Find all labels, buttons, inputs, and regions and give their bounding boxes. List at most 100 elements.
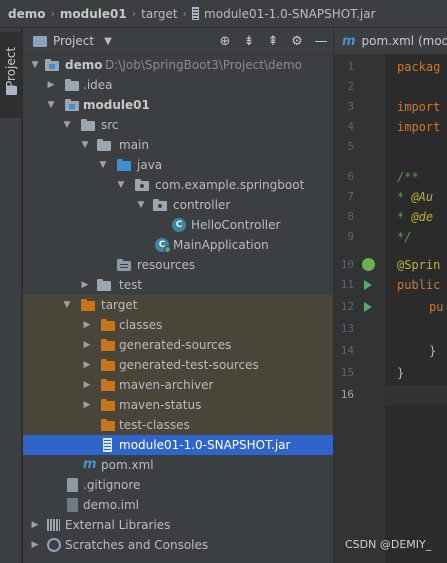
code-line: pu bbox=[429, 300, 444, 314]
left-tool-strip: Project bbox=[0, 28, 22, 563]
tree-item-label: resources bbox=[137, 258, 196, 272]
tree-item-hello-controller[interactable]: C HelloController bbox=[23, 215, 333, 235]
breadcrumb: demo › module01 › target › module01-1.0-… bbox=[0, 0, 447, 28]
tree-item-label: maven-status bbox=[119, 398, 202, 412]
expand-all-icon[interactable]: ⇟ bbox=[237, 34, 261, 49]
tree-item-controller[interactable]: ▼ controller bbox=[23, 195, 333, 215]
line-number: 2 bbox=[347, 80, 354, 93]
chevron-down-icon[interactable]: ▼ bbox=[45, 95, 57, 115]
editor-gutter: 1 2 3 4 5 6 7 8 9 10 11 12 13 14 15 16 bbox=[333, 55, 385, 563]
tree-item-classes[interactable]: ▶ classes bbox=[23, 315, 333, 335]
tree-item-demo[interactable]: ▼ demo D:\Job\SpringBoot3\Project\demo bbox=[23, 55, 333, 75]
tree-item-label: .idea bbox=[83, 78, 113, 92]
chevron-right-icon: › bbox=[131, 7, 137, 20]
editor-tab-pom[interactable]: pom.xml (mod bbox=[362, 34, 447, 48]
line-number: 3 bbox=[347, 100, 354, 113]
chevron-down-icon[interactable]: ▼ bbox=[29, 55, 41, 75]
line-number: 7 bbox=[347, 190, 354, 203]
java-class-icon: C bbox=[172, 218, 186, 232]
chevron-right-icon[interactable]: ▶ bbox=[81, 355, 93, 375]
code-line: * @de bbox=[397, 207, 433, 227]
chevron-right-icon[interactable]: ▶ bbox=[81, 375, 93, 395]
project-tool-tab[interactable]: Project bbox=[0, 32, 22, 118]
project-panel-title[interactable]: Project bbox=[53, 34, 94, 48]
tree-item-label: main bbox=[119, 138, 149, 152]
file-icon bbox=[67, 478, 78, 492]
chevron-right-icon[interactable]: ▶ bbox=[79, 275, 91, 295]
jar-icon bbox=[103, 438, 112, 452]
chevron-down-icon[interactable]: ▼ bbox=[61, 115, 73, 135]
run-icon[interactable] bbox=[362, 297, 374, 317]
breadcrumb-jar[interactable]: module01-1.0-SNAPSHOT.jar bbox=[204, 7, 375, 21]
chevron-down-icon[interactable]: ▼ bbox=[115, 175, 127, 195]
line-number: 8 bbox=[347, 210, 354, 223]
maven-icon: m bbox=[83, 457, 97, 472]
tree-item-src[interactable]: ▼ src bbox=[23, 115, 333, 135]
tree-item-label: module01-1.0-SNAPSHOT.jar bbox=[119, 438, 291, 452]
line-number: 12 bbox=[340, 300, 354, 313]
chevron-down-icon[interactable]: ▼ bbox=[79, 135, 91, 155]
line-number: 14 bbox=[340, 344, 354, 357]
spring-bean-icon[interactable] bbox=[362, 255, 375, 275]
chevron-right-icon[interactable]: ▶ bbox=[81, 335, 93, 355]
code-editor[interactable]: packag import import /** * @Au * @de */ … bbox=[385, 55, 447, 563]
ide-window: demo › module01 › target › module01-1.0-… bbox=[0, 0, 447, 563]
tree-item-package[interactable]: ▼ com.example.springboot bbox=[23, 175, 333, 195]
tree-item-main-application[interactable]: C MainApplication bbox=[23, 235, 333, 255]
tree-item-label: module01 bbox=[83, 98, 150, 112]
project-path: D:\Job\SpringBoot3\Project\demo bbox=[105, 58, 303, 72]
library-icon bbox=[47, 519, 60, 531]
tree-item-java[interactable]: ▼ java bbox=[23, 155, 333, 175]
tree-item-module01[interactable]: ▼ module01 bbox=[23, 95, 333, 115]
tree-item-pom[interactable]: m pom.xml bbox=[23, 455, 333, 475]
chevron-right-icon[interactable]: ▶ bbox=[29, 535, 41, 555]
chevron-down-icon[interactable]: ▼ bbox=[97, 155, 109, 175]
gear-icon[interactable]: ⚙ bbox=[285, 34, 309, 49]
tree-item-generated-sources[interactable]: ▶ generated-sources bbox=[23, 335, 333, 355]
chevron-down-icon[interactable]: ▼ bbox=[104, 36, 112, 47]
locate-icon[interactable]: ⊕ bbox=[213, 34, 237, 49]
breadcrumb-target[interactable]: target bbox=[141, 7, 178, 21]
breadcrumb-demo[interactable]: demo bbox=[8, 7, 45, 21]
line-number: 15 bbox=[340, 366, 354, 379]
chevron-down-icon[interactable]: ▼ bbox=[61, 295, 73, 315]
tree-item-test[interactable]: ▶ test bbox=[23, 275, 333, 295]
tree-item-label: demo.iml bbox=[83, 498, 139, 512]
tree-item-main[interactable]: ▼ main bbox=[23, 135, 333, 155]
chevron-down-icon[interactable]: ▼ bbox=[135, 195, 147, 215]
breadcrumb-module01[interactable]: module01 bbox=[60, 7, 127, 21]
project-panel-header: Project ▼ ⊕ ⇟ ⇞ ⚙ — bbox=[23, 28, 333, 55]
chevron-right-icon[interactable]: ▶ bbox=[45, 75, 57, 95]
project-tree: ▼ demo D:\Job\SpringBoot3\Project\demo ▶… bbox=[23, 55, 333, 563]
code-line: */ bbox=[397, 230, 412, 244]
java-class-icon: C bbox=[155, 238, 171, 253]
collapse-all-icon[interactable]: ⇞ bbox=[261, 34, 285, 49]
chevron-right-icon[interactable]: ▶ bbox=[29, 515, 41, 535]
tree-item-label: generated-sources bbox=[119, 338, 232, 352]
tree-item-label: test bbox=[119, 278, 143, 292]
tree-item-label: MainApplication bbox=[173, 238, 269, 252]
comment-star: * bbox=[397, 210, 412, 224]
tree-item-label: controller bbox=[173, 198, 231, 212]
tree-item-idea[interactable]: ▶ .idea bbox=[23, 75, 333, 95]
tree-item-test-classes[interactable]: test-classes bbox=[23, 415, 333, 435]
tree-item-resources[interactable]: resources bbox=[23, 255, 333, 275]
caret-line bbox=[385, 385, 447, 405]
code-line: import bbox=[397, 120, 441, 134]
run-icon[interactable] bbox=[362, 275, 374, 295]
tree-item-label: target bbox=[101, 298, 138, 312]
tree-item-demo-iml[interactable]: demo.iml bbox=[23, 495, 333, 515]
tree-item-target[interactable]: ▼ target bbox=[23, 295, 333, 315]
tree-item-external-libraries[interactable]: ▶ External Libraries bbox=[23, 515, 333, 535]
tree-item-maven-status[interactable]: ▶ maven-status bbox=[23, 395, 333, 415]
tree-item-gitignore[interactable]: .gitignore bbox=[23, 475, 333, 495]
tree-item-maven-archiver[interactable]: ▶ maven-archiver bbox=[23, 375, 333, 395]
tree-item-scratches[interactable]: ▶ Scratches and Consoles bbox=[23, 535, 333, 555]
chevron-right-icon[interactable]: ▶ bbox=[81, 395, 93, 415]
chevron-right-icon[interactable]: ▶ bbox=[81, 315, 93, 335]
tree-item-label: generated-test-sources bbox=[119, 358, 259, 372]
tree-item-jar[interactable]: module01-1.0-SNAPSHOT.jar bbox=[23, 435, 333, 455]
tree-item-generated-test-sources[interactable]: ▶ generated-test-sources bbox=[23, 355, 333, 375]
minimize-icon[interactable]: — bbox=[309, 34, 333, 49]
code-line: } bbox=[429, 344, 437, 358]
